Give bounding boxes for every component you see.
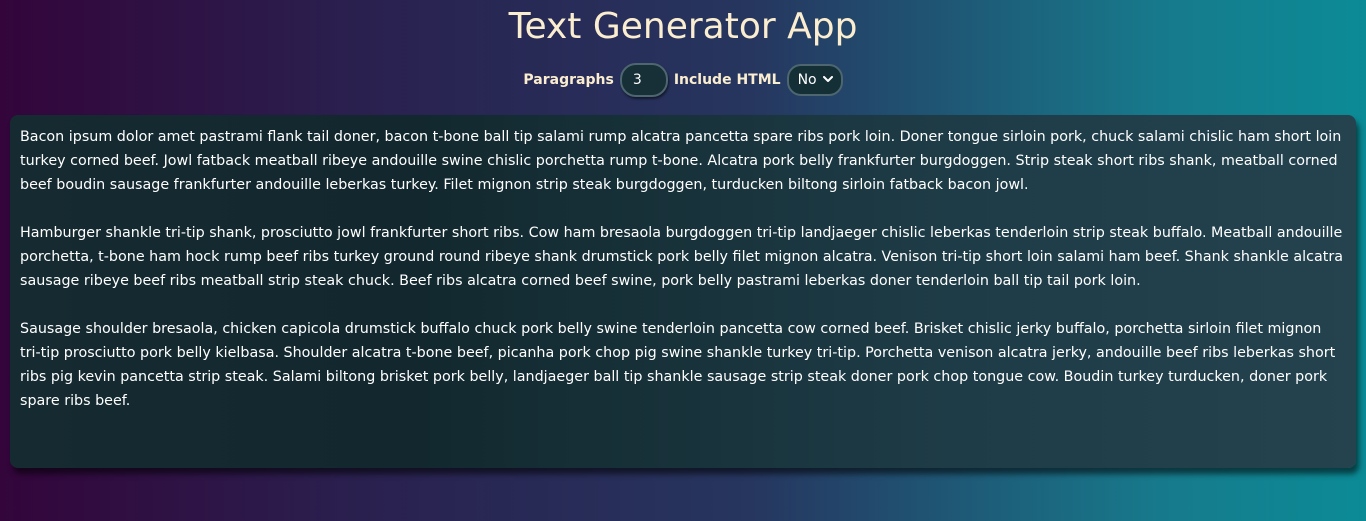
include-html-selected-value: No: [797, 72, 817, 88]
generated-text-output: Bacon ipsum dolor amet pastrami flank ta…: [10, 115, 1356, 468]
paragraphs-input[interactable]: [619, 63, 668, 97]
chevron-down-icon: [822, 75, 833, 86]
page-title: Text Generator App: [508, 6, 858, 47]
paragraphs-label: Paragraphs: [523, 72, 614, 88]
include-html-label: Include HTML: [673, 72, 781, 88]
generated-paragraph: Hamburger shankle tri-tip shank, prosciu…: [20, 225, 1343, 289]
generated-paragraph: Sausage shoulder bresaola, chicken capic…: [20, 321, 1336, 409]
include-html-select[interactable]: No: [786, 64, 843, 96]
generator-controls: Paragraphs Include HTML No: [0, 62, 1366, 98]
generated-paragraph: Bacon ipsum dolor amet pastrami flank ta…: [20, 129, 1342, 193]
